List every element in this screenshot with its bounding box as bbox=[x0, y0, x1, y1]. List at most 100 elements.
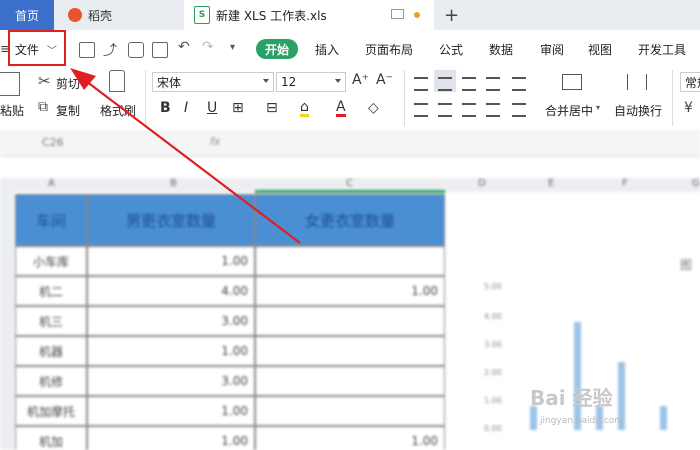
table-cell-men[interactable]: 4.00 bbox=[87, 276, 255, 306]
column-letter[interactable]: F bbox=[622, 178, 628, 189]
print-preview-icon[interactable] bbox=[152, 42, 168, 58]
table-cell-name[interactable]: 机三 bbox=[15, 306, 87, 336]
ribbon bbox=[0, 68, 700, 130]
font-color-icon[interactable]: A bbox=[336, 100, 346, 117]
table-cell-women[interactable] bbox=[255, 336, 445, 366]
table-cell-name[interactable]: 机修 bbox=[15, 366, 87, 396]
paste-icon[interactable] bbox=[0, 72, 20, 96]
cut-label[interactable]: 剪切 bbox=[56, 75, 80, 92]
chart-title: 图 bbox=[680, 258, 693, 272]
align-middle-icon[interactable] bbox=[438, 77, 452, 91]
chevron-down-icon bbox=[335, 79, 341, 83]
decrease-font-icon[interactable]: A⁻ bbox=[376, 72, 393, 88]
watermark-logo: Bai 经验 bbox=[530, 386, 613, 410]
italic-icon[interactable]: I bbox=[184, 100, 188, 116]
save-icon[interactable] bbox=[79, 42, 95, 58]
table-cell-men[interactable]: 1.00 bbox=[87, 336, 255, 366]
chart-bar bbox=[660, 406, 667, 430]
align-center-icon[interactable] bbox=[438, 103, 452, 117]
number-format-select[interactable]: 常规 bbox=[680, 72, 700, 92]
table-cell-name[interactable]: 机加摩托 bbox=[15, 396, 87, 426]
currency-icon[interactable]: ¥ bbox=[684, 100, 693, 116]
wrap-text-label[interactable]: 自动换行 bbox=[614, 102, 662, 119]
table-cell-men[interactable]: 3.00 bbox=[87, 366, 255, 396]
customize-chevron-icon[interactable]: ▾ bbox=[230, 42, 235, 53]
bold-icon[interactable]: B bbox=[160, 100, 171, 116]
header-cell[interactable]: 女更衣室数量 bbox=[255, 194, 445, 246]
column-letter[interactable]: G bbox=[692, 178, 700, 189]
chart-axis-label: 5.00 bbox=[484, 282, 502, 291]
chevron-down-icon bbox=[263, 79, 269, 83]
chart-axis-label: 4.00 bbox=[484, 312, 502, 321]
tab-developer[interactable]: 开发工具 bbox=[638, 41, 686, 58]
tab-review[interactable]: 审阅 bbox=[540, 41, 564, 58]
spreadsheet-icon: S bbox=[194, 6, 210, 24]
new-tab-plus-icon[interactable]: + bbox=[444, 5, 459, 26]
cut-icon[interactable]: ✂ bbox=[38, 72, 51, 90]
border-style-icon[interactable]: ⊟ bbox=[266, 100, 278, 116]
font-size-select[interactable]: 12 bbox=[276, 72, 346, 92]
header-cell[interactable]: 男更衣室数量 bbox=[87, 194, 255, 246]
name-box[interactable]: C26 bbox=[42, 136, 64, 149]
tab-start[interactable]: 开始 bbox=[256, 39, 298, 59]
table-cell-name[interactable]: 机器 bbox=[15, 336, 87, 366]
chevron-down-icon[interactable]: ▾ bbox=[596, 103, 600, 112]
column-letter[interactable]: D bbox=[478, 178, 486, 189]
underline-icon[interactable]: U bbox=[207, 100, 217, 116]
align-top-icon[interactable] bbox=[414, 77, 428, 91]
column-letter[interactable]: B bbox=[170, 178, 177, 189]
table-cell-women[interactable]: 1.00 bbox=[255, 426, 445, 450]
font-name-select[interactable]: 宋体 bbox=[152, 72, 274, 92]
tab-view[interactable]: 视图 bbox=[588, 41, 612, 58]
table-cell-men[interactable]: 1.00 bbox=[87, 396, 255, 426]
table-cell-women[interactable] bbox=[255, 366, 445, 396]
table-cell-women[interactable] bbox=[255, 396, 445, 426]
formula-fx-icon[interactable]: fx bbox=[210, 135, 220, 148]
table-cell-name[interactable]: 机二 bbox=[15, 276, 87, 306]
align-left-icon[interactable] bbox=[414, 103, 428, 117]
table-cell-women[interactable] bbox=[255, 306, 445, 336]
justify-icon[interactable] bbox=[486, 103, 500, 117]
column-letter[interactable]: E bbox=[548, 178, 554, 189]
tab-page-layout[interactable]: 页面布局 bbox=[365, 41, 413, 58]
table-cell-men[interactable]: 3.00 bbox=[87, 306, 255, 336]
table-cell-name[interactable]: 小车库 bbox=[15, 246, 87, 276]
table-cell-men[interactable]: 1.00 bbox=[87, 246, 255, 276]
copy-icon[interactable]: ⧉ bbox=[38, 99, 48, 115]
table-cell-women[interactable]: 1.00 bbox=[255, 276, 445, 306]
tab-data[interactable]: 数据 bbox=[489, 41, 513, 58]
tab-document[interactable]: S 新建 XLS 工作表.xls bbox=[184, 0, 434, 30]
format-painter-label[interactable]: 格式刷 bbox=[100, 102, 136, 119]
font-name-value: 宋体 bbox=[157, 75, 182, 90]
tab-home[interactable]: 首页 bbox=[0, 0, 54, 30]
table-cell-men[interactable]: 1.00 bbox=[87, 426, 255, 450]
monitor-icon[interactable] bbox=[391, 9, 404, 19]
indent-icon[interactable] bbox=[512, 77, 526, 91]
align-right-icon[interactable] bbox=[462, 103, 476, 117]
tab-daoke[interactable]: 稻壳 bbox=[60, 0, 180, 30]
print-icon[interactable] bbox=[128, 42, 144, 58]
header-cell[interactable]: 车间 bbox=[15, 194, 87, 246]
copy-label[interactable]: 复制 bbox=[56, 102, 80, 119]
increase-font-icon[interactable]: A⁺ bbox=[352, 72, 369, 88]
tab-insert[interactable]: 插入 bbox=[315, 41, 339, 58]
redo-icon[interactable]: ↷ bbox=[202, 39, 214, 55]
column-letter[interactable]: A bbox=[48, 178, 55, 189]
align-bottom-icon[interactable] bbox=[462, 77, 476, 91]
undo-icon[interactable]: ↶ bbox=[178, 39, 190, 55]
format-painter-icon[interactable] bbox=[109, 70, 125, 92]
column-letter[interactable]: C bbox=[346, 178, 353, 189]
table-cell-name[interactable]: 机加 bbox=[15, 426, 87, 450]
tab-formulas[interactable]: 公式 bbox=[439, 41, 463, 58]
paste-label[interactable]: 粘贴 bbox=[0, 102, 24, 119]
fill-color-icon[interactable]: ⌂ bbox=[300, 100, 309, 117]
text-direction-icon[interactable] bbox=[486, 77, 500, 91]
wrap-text-icon[interactable] bbox=[627, 74, 647, 90]
clear-format-icon[interactable]: ◇ bbox=[368, 100, 379, 116]
border-icon[interactable]: ⊞ bbox=[232, 100, 244, 116]
merge-center-icon[interactable] bbox=[562, 74, 582, 90]
distributed-icon[interactable] bbox=[512, 103, 526, 117]
table-cell-women[interactable] bbox=[255, 246, 445, 276]
export-icon[interactable]: ⤴ bbox=[103, 40, 117, 60]
merge-center-label[interactable]: 合并居中 bbox=[545, 102, 593, 119]
